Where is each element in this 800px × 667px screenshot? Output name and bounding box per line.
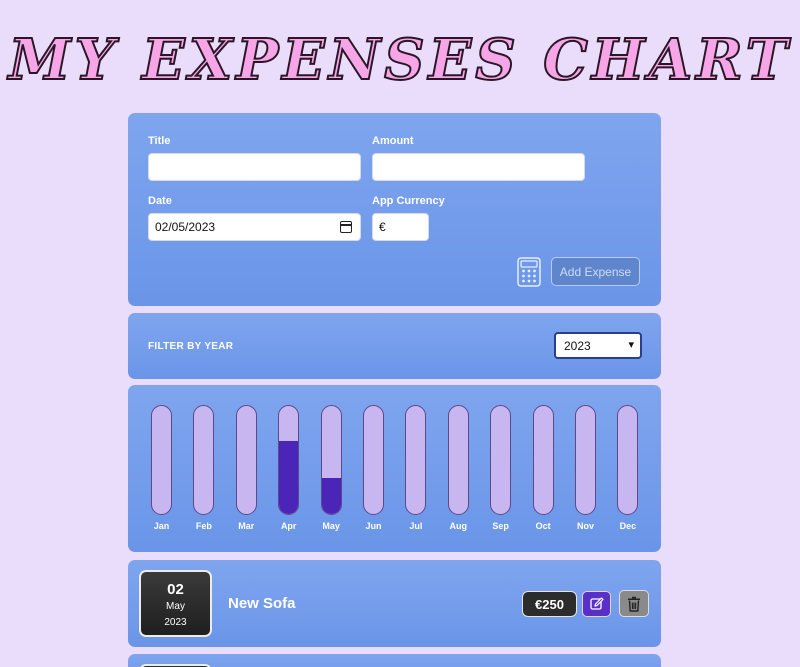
bar-track — [278, 405, 300, 515]
bar-aug: Aug — [447, 405, 469, 531]
bar-sep: Sep — [490, 405, 512, 531]
bar-label: Apr — [280, 521, 297, 531]
bar-track — [363, 405, 384, 515]
bar-jan: Jan — [151, 405, 172, 531]
bar-feb: Feb — [193, 405, 215, 531]
delete-button[interactable] — [619, 590, 649, 617]
bar-may: May — [320, 405, 342, 531]
expense-item: 02 May 2023 New Sofa €250 — [128, 560, 661, 647]
title-label: Title — [148, 135, 171, 147]
year-filter: FILTER BY YEAR 2023 ▾ — [128, 313, 661, 379]
bar-label: Nov — [576, 521, 594, 531]
bar-track — [151, 405, 172, 515]
currency-input[interactable]: € — [372, 213, 429, 241]
bar-oct: Oct — [532, 405, 554, 531]
bar-jun: Jun — [363, 405, 384, 531]
expense-year: 2023 — [164, 617, 187, 628]
bar-track — [405, 405, 427, 515]
bar-fill — [279, 441, 299, 514]
currency-label: App Currency — [372, 195, 445, 207]
year-select[interactable]: 2023 ▾ — [554, 332, 642, 359]
expense-date: 02 May 2023 — [139, 570, 212, 637]
amount-label: Amount — [372, 135, 414, 147]
bar-track — [447, 405, 469, 515]
expense-item-partial — [128, 654, 661, 667]
bar-label: Mar — [238, 521, 255, 531]
chart-bars: Jan Feb Mar Apr May Jun Jul Aug Sep Oct Nov Dec — [128, 385, 661, 552]
date-label: Date — [148, 195, 172, 207]
amount-input[interactable] — [372, 153, 585, 181]
bar-track — [235, 405, 257, 515]
title-input[interactable] — [148, 153, 361, 181]
bar-track — [490, 405, 512, 515]
bar-label: May — [322, 521, 340, 531]
trash-icon — [628, 596, 640, 612]
chevron-down-icon: ▾ — [628, 339, 634, 351]
edit-button[interactable] — [582, 591, 611, 617]
page-title: MY EXPENSES CHART — [8, 26, 792, 94]
bar-fill — [321, 478, 341, 514]
expense-month: May — [166, 601, 185, 612]
expense-form: Title Amount Date 02/05/2023 App Currenc… — [128, 113, 661, 306]
add-expense-button[interactable]: Add Expense — [551, 257, 640, 286]
bar-apr: Apr — [278, 405, 300, 531]
year-select-value: 2023 — [564, 338, 591, 353]
expenses-chart: Jan Feb Mar Apr May Jun Jul Aug Sep Oct Nov Dec — [128, 385, 661, 552]
bar-label: Sep — [492, 521, 509, 531]
calculator-icon[interactable] — [517, 257, 541, 287]
bar-label: Jun — [365, 521, 382, 531]
expense-amount: €250 — [522, 591, 577, 617]
bar-track — [193, 405, 215, 515]
edit-icon — [589, 597, 604, 610]
bar-jul: Jul — [405, 405, 427, 531]
bar-nov: Nov — [575, 405, 596, 531]
bar-label: Aug — [449, 521, 468, 531]
calendar-icon[interactable] — [340, 221, 352, 233]
bar-label: Jul — [409, 521, 423, 531]
bar-track — [532, 405, 554, 515]
bar-label: Dec — [619, 521, 637, 531]
bar-mar: Mar — [235, 405, 257, 531]
bar-track — [575, 405, 596, 515]
bar-dec: Dec — [617, 405, 639, 531]
bar-label: Jan — [153, 521, 170, 531]
bar-label: Oct — [535, 521, 551, 531]
date-value: 02/05/2023 — [155, 220, 216, 234]
bar-label: Feb — [195, 521, 212, 531]
date-input[interactable]: 02/05/2023 — [148, 213, 361, 241]
filter-label: FILTER BY YEAR — [148, 341, 234, 352]
expense-title: New Sofa — [228, 595, 296, 612]
bar-track — [617, 405, 639, 515]
bar-track — [320, 405, 342, 515]
expense-day: 02 — [167, 581, 184, 598]
